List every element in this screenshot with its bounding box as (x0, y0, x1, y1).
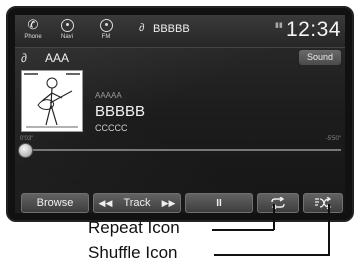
audio-screen: ✆ Phone Navi FM ∂ BBBBB ▮▮ 12:34 ∂ AAA S… (15, 15, 345, 213)
navi-label: Navi (60, 34, 73, 40)
track-label: Track (123, 197, 151, 209)
sound-button[interactable]: Sound (299, 50, 341, 65)
shuffle-callout-leader (328, 204, 330, 255)
track-title: BBBBB (95, 103, 146, 120)
fm-label: FM (101, 34, 111, 40)
repeat-callout-leader (273, 204, 275, 230)
phone-icon: ✆ (27, 17, 39, 32)
repeat-button[interactable] (257, 193, 299, 213)
repeat-callout-line (212, 229, 274, 231)
repeat-icon-callout: Repeat Icon (88, 218, 180, 237)
folder-title: AAA (45, 51, 70, 65)
repeat-icon (271, 196, 285, 210)
radio-icon (90, 17, 122, 33)
progress-track[interactable] (21, 149, 341, 151)
track-button[interactable]: ◀◀ Track ▶▶ (93, 193, 181, 213)
elapsed-time: 0'03" (20, 136, 34, 142)
previous-track-icon: ◀◀ (98, 198, 113, 208)
usb-icon: ∂ (139, 22, 145, 34)
current-source-name: BBBBB (153, 23, 190, 35)
top-bar: ✆ Phone Navi FM ∂ BBBBB ▮▮ 12:34 (15, 15, 345, 48)
navi-icon (51, 17, 83, 33)
navi-button[interactable]: Navi (51, 17, 83, 45)
artist-name: AAAAA (95, 91, 122, 100)
source-row: ∂ AAA Sound (15, 48, 345, 68)
guitarist-artwork-icon (22, 71, 82, 131)
next-track-icon: ▶▶ (161, 198, 176, 208)
phone-label: Phone (24, 34, 42, 40)
browse-button[interactable]: Browse (21, 193, 89, 213)
control-bar: Browse ◀◀ Track ▶▶ II (15, 193, 345, 213)
pause-icon: II (216, 198, 222, 209)
fm-button[interactable]: FM (90, 17, 122, 45)
signal-icon: ▮▮ (275, 22, 283, 29)
audio-display-frame: ✆ Phone Navi FM ∂ BBBBB ▮▮ 12:34 ∂ AAA S… (6, 6, 354, 222)
shuffle-button[interactable] (303, 193, 343, 213)
pause-button[interactable]: II (185, 193, 253, 213)
shuffle-callout-line (214, 254, 330, 256)
album-art (21, 70, 83, 132)
remaining-time: -5'50" (325, 136, 341, 142)
shuffle-icon-callout: Shuffle Icon (88, 243, 178, 262)
clock: 12:34 (285, 18, 341, 41)
progress-knob[interactable] (18, 143, 34, 158)
usb-source-icon: ∂ (21, 51, 27, 65)
phone-button[interactable]: ✆ Phone (17, 17, 49, 45)
album-name: CCCCC (95, 123, 128, 133)
